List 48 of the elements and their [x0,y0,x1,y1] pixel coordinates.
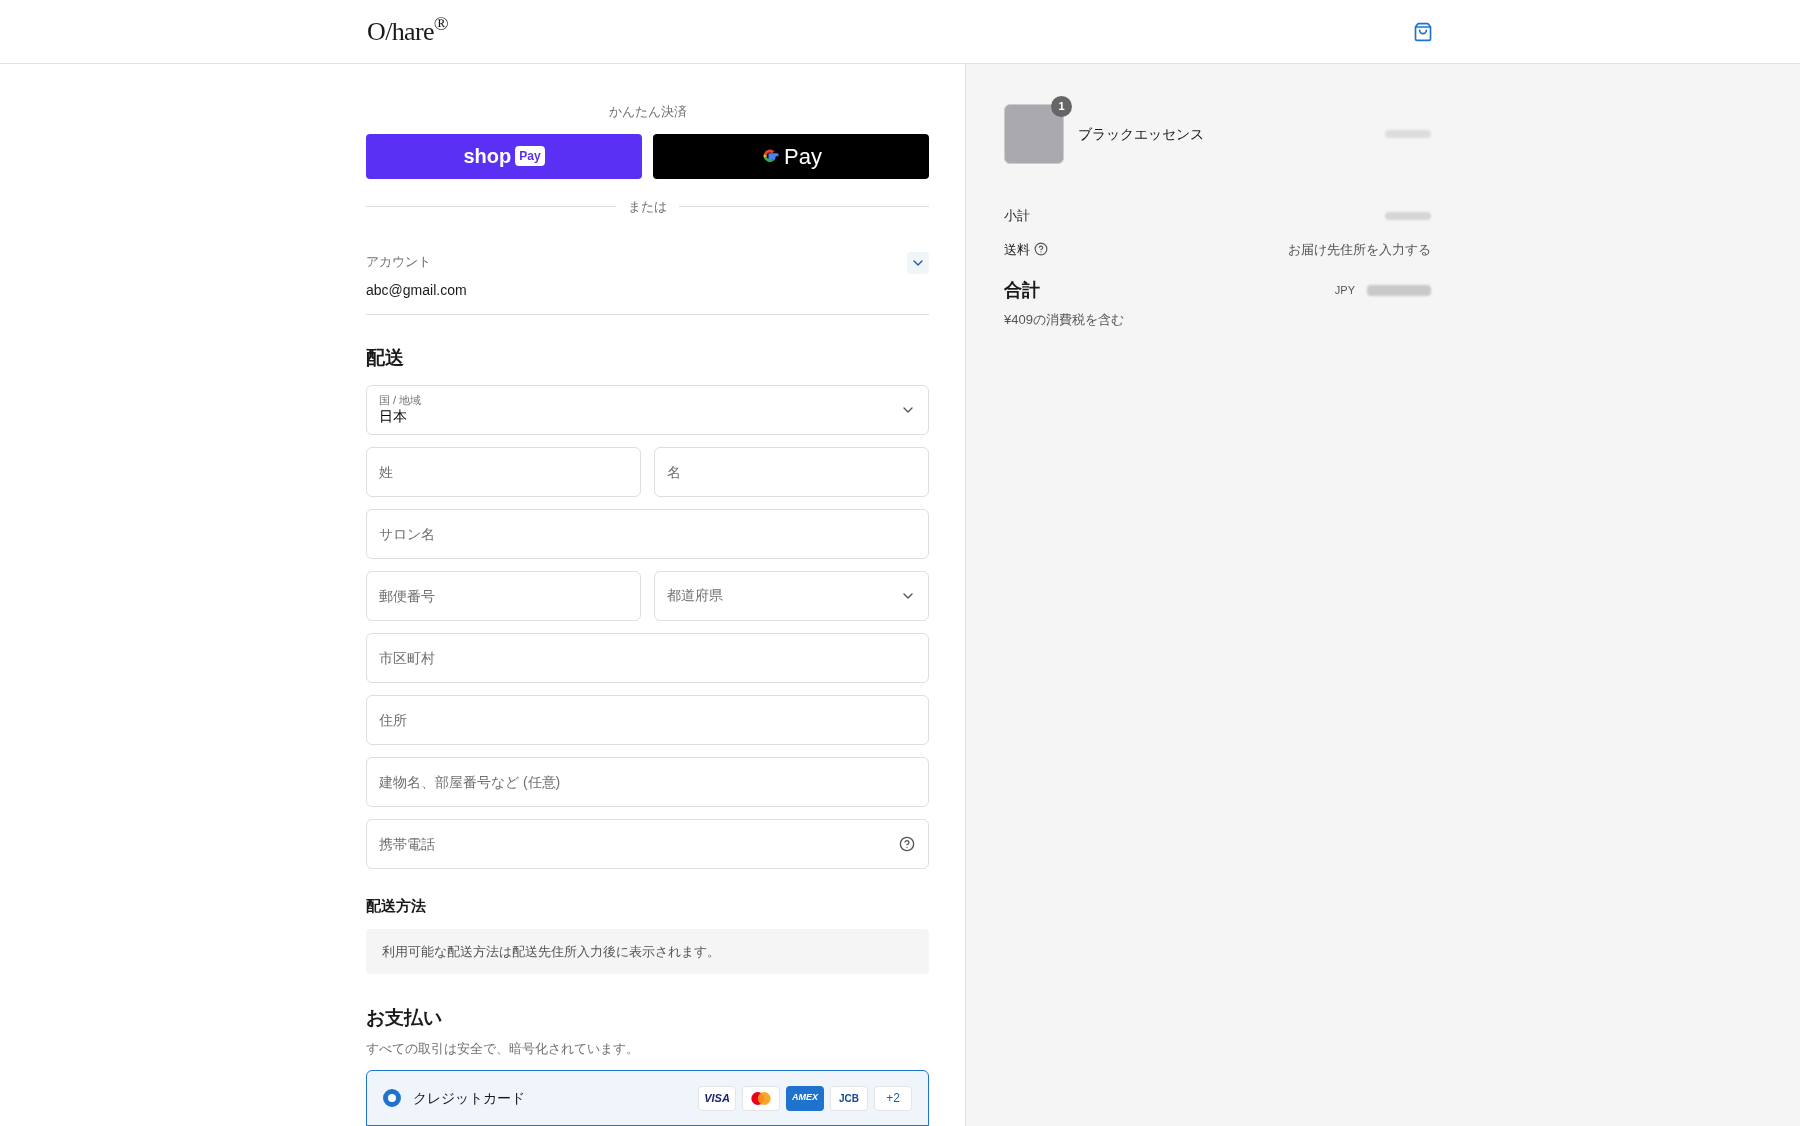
currency-code: JPY [1334,283,1355,299]
input-field[interactable]: 建物名、部屋番号など (任意) [366,756,929,807]
total-label: 合計 [1004,279,1040,302]
shopping-bag-icon[interactable] [1413,21,1433,42]
more-cards-badge: +2 [874,1085,912,1111]
input-field[interactable]: サロン名 [366,508,929,559]
input-field[interactable]: 名 [654,446,929,497]
tax-note: ¥409の消費税を含む [1004,311,1125,329]
field-label: 国 / 地域 [379,394,422,408]
field-value: 日本 [379,408,408,426]
product-name: ブラックエッセンス [1078,124,1205,144]
prefecture-select[interactable]: 都道府県 [654,570,929,621]
option-label: クレジットカード [413,1088,526,1108]
blurred-price [1385,130,1431,138]
section-heading: 配送 [366,346,405,371]
shop-pay-button[interactable]: shop Pay [366,133,642,179]
account-label: アカウント [366,253,432,271]
section-heading: お支払い [366,1006,443,1030]
section-heading: 配送方法 [366,895,427,916]
help-icon[interactable] [1034,242,1048,257]
account-email: abc@gmail.com [366,280,467,300]
info-panel: 利用可能な配送方法は配送先住所入力後に表示されます。 [366,929,929,974]
express-checkout-title: かんたん決済 [607,103,688,121]
help-icon[interactable] [899,835,915,852]
google-pay-button[interactable]: Pay [653,133,929,179]
security-note: すべての取引は安全で、暗号化されています。 [366,1039,640,1058]
separator-text: または [628,197,667,216]
quantity-badge: 1 [1051,96,1072,117]
shipping-value: お届け先住所を入力する [1288,240,1431,259]
input-field[interactable]: 市区町村 [366,632,929,683]
amex-logo: AMEX [786,1085,824,1111]
shipping-label: 送料 [1004,240,1030,259]
blurred-price [1367,285,1431,296]
radio-button[interactable] [383,1089,401,1107]
jcb-logo: JCB [830,1085,868,1111]
mastercard-logo [742,1085,780,1111]
blurred-price [1385,211,1431,220]
input-field[interactable]: 姓 [366,446,641,497]
subtotal-label: 小計 [1004,207,1030,225]
product-photo-placeholder [1004,104,1064,164]
input-field[interactable]: 住所 [366,694,929,745]
brand-logo[interactable]: O/hare$^{®}$ [367,12,448,51]
input-field[interactable]: 郵便番号 [366,570,641,621]
payment-option[interactable]: クレジットカード VISA AMEX JCB +2 [366,1070,929,1126]
select-placeholder: 都道府県 [667,586,723,606]
visa-logo: VISA [698,1085,736,1111]
country-select[interactable]: 国 / 地域 日本 [366,384,929,435]
phone-field[interactable]: 携帯電話 [366,818,929,869]
